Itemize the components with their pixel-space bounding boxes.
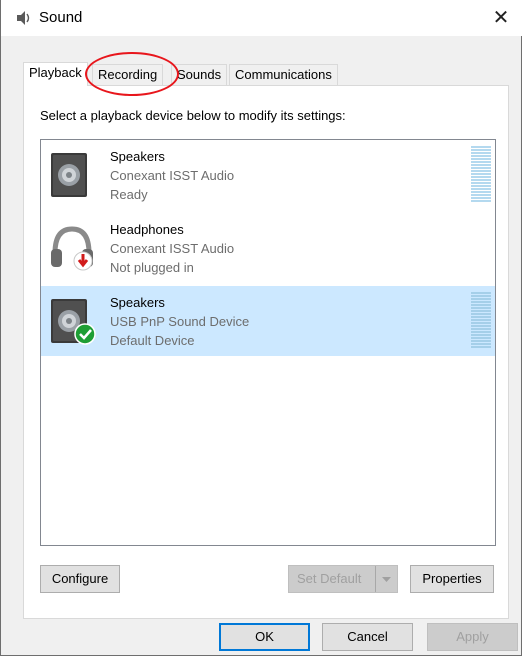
apply-button[interactable]: Apply bbox=[427, 623, 518, 651]
tab-sounds-label: Sounds bbox=[177, 67, 222, 82]
chevron-down-icon[interactable] bbox=[375, 566, 397, 592]
tab-communications-label: Communications bbox=[235, 67, 332, 82]
configure-button[interactable]: Configure bbox=[40, 565, 120, 593]
device-status: Ready bbox=[110, 187, 148, 202]
ok-button-label: OK bbox=[255, 629, 274, 644]
speaker-icon bbox=[51, 299, 96, 345]
cancel-button-label: Cancel bbox=[347, 629, 388, 644]
device-status: Not plugged in bbox=[110, 260, 194, 275]
tab-playback[interactable]: Playback bbox=[23, 62, 88, 86]
tab-recording[interactable]: Recording bbox=[92, 64, 164, 85]
apply-button-label: Apply bbox=[456, 629, 489, 644]
sound-dialog: Sound ✕ Playback Recording Sounds Commun… bbox=[0, 0, 523, 656]
device-item-speakers-usb[interactable]: Speakers USB PnP Sound Device Default De… bbox=[41, 286, 495, 356]
set-default-button[interactable]: Set Default bbox=[288, 565, 398, 593]
level-meter bbox=[471, 292, 491, 348]
tab-communications[interactable]: Communications bbox=[229, 64, 338, 85]
device-driver: USB PnP Sound Device bbox=[110, 314, 250, 329]
tab-recording-label: Recording bbox=[98, 67, 158, 82]
title-bar: Sound ✕ bbox=[1, 0, 523, 36]
playback-panel: Select a playback device below to modify… bbox=[23, 85, 509, 619]
tab-playback-label: Playback bbox=[29, 65, 82, 80]
configure-button-label: Configure bbox=[51, 571, 109, 586]
device-list[interactable]: Speakers Conexant ISST Audio Ready Headp… bbox=[40, 139, 496, 546]
device-name: Speakers bbox=[110, 149, 165, 164]
instruction-text: Select a playback device below to modify… bbox=[40, 108, 346, 123]
ok-button[interactable]: OK bbox=[219, 623, 310, 651]
set-default-button-label: Set Default bbox=[297, 571, 362, 586]
device-name: Speakers bbox=[110, 295, 165, 310]
speaker-icon bbox=[51, 153, 87, 197]
tab-sounds[interactable]: Sounds bbox=[171, 64, 228, 85]
properties-button-label: Properties bbox=[422, 571, 482, 586]
close-icon: ✕ bbox=[492, 7, 510, 29]
device-name: Headphones bbox=[110, 222, 184, 237]
close-button[interactable]: ✕ bbox=[479, 0, 523, 36]
headphones-icon bbox=[51, 226, 93, 271]
device-status: Default Device bbox=[110, 333, 195, 348]
device-driver: Conexant ISST Audio bbox=[110, 241, 235, 256]
cancel-button[interactable]: Cancel bbox=[322, 623, 413, 651]
device-driver: Conexant ISST Audio bbox=[110, 168, 235, 183]
device-item-headphones[interactable]: Headphones Conexant ISST Audio Not plugg… bbox=[41, 213, 495, 283]
window-title: Sound bbox=[39, 9, 83, 26]
device-item-speakers-conexant[interactable]: Speakers Conexant ISST Audio Ready bbox=[41, 140, 495, 210]
speaker-app-icon bbox=[17, 11, 30, 25]
level-meter bbox=[471, 146, 491, 202]
properties-button[interactable]: Properties bbox=[410, 565, 494, 593]
